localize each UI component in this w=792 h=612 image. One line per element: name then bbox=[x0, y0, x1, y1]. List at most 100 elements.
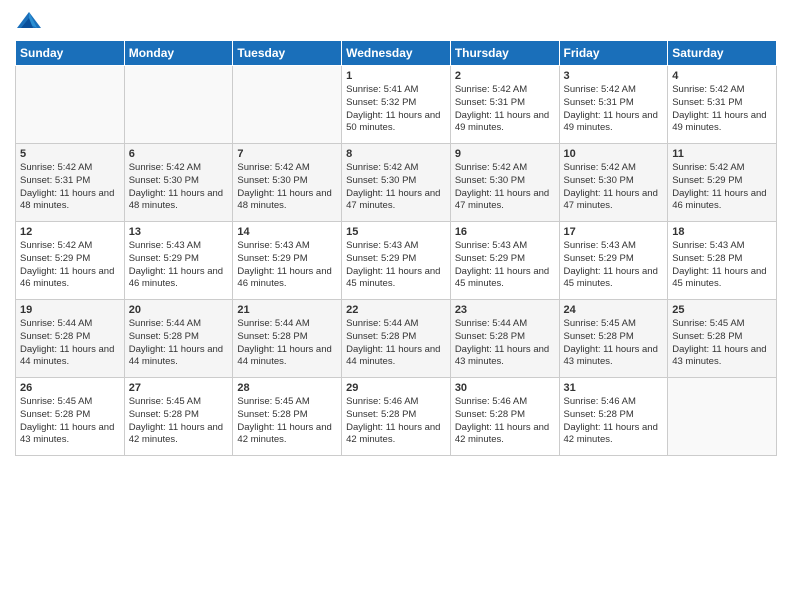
calendar-cell: 31 Sunrise: 5:46 AMSunset: 5:28 PMDayligh… bbox=[559, 378, 668, 456]
calendar-cell: 22 Sunrise: 5:44 AMSunset: 5:28 PMDayligh… bbox=[342, 300, 451, 378]
day-number: 29 bbox=[346, 382, 446, 394]
calendar-cell: 26 Sunrise: 5:45 AMSunset: 5:28 PMDayligh… bbox=[16, 378, 125, 456]
day-info: Sunrise: 5:42 AMSunset: 5:31 PMDaylight:… bbox=[455, 84, 555, 135]
day-info: Sunrise: 5:44 AMSunset: 5:28 PMDaylight:… bbox=[20, 318, 120, 369]
day-info: Sunrise: 5:46 AMSunset: 5:28 PMDaylight:… bbox=[564, 396, 664, 447]
calendar-cell bbox=[668, 378, 777, 456]
day-number: 19 bbox=[20, 304, 120, 316]
page: SundayMondayTuesdayWednesdayThursdayFrid… bbox=[0, 0, 792, 612]
calendar-cell: 24Sunrise: 5:45 AMSunset: 5:28 PMDayligh… bbox=[559, 300, 668, 378]
calendar-cell: 19 Sunrise: 5:44 AMSunset: 5:28 PMDayligh… bbox=[16, 300, 125, 378]
day-info: Sunrise: 5:46 AMSunset: 5:28 PMDaylight:… bbox=[455, 396, 555, 447]
day-number: 30 bbox=[455, 382, 555, 394]
calendar-cell: 8 Sunrise: 5:42 AMSunset: 5:30 PMDaylight… bbox=[342, 144, 451, 222]
day-info: Sunrise: 5:44 AMSunset: 5:28 PMDaylight:… bbox=[129, 318, 229, 369]
day-number: 27 bbox=[129, 382, 229, 394]
day-info: Sunrise: 5:43 AMSunset: 5:28 PMDaylight:… bbox=[672, 240, 772, 291]
day-number: 4 bbox=[672, 70, 772, 82]
day-info: Sunrise: 5:45 AMSunset: 5:28 PMDaylight:… bbox=[20, 396, 120, 447]
day-number: 2 bbox=[455, 70, 555, 82]
header bbox=[15, 10, 777, 32]
day-number: 8 bbox=[346, 148, 446, 160]
day-info: Sunrise: 5:43 AMSunset: 5:29 PMDaylight:… bbox=[564, 240, 664, 291]
calendar-cell: 7Sunrise: 5:42 AMSunset: 5:30 PMDaylight… bbox=[233, 144, 342, 222]
day-number: 31 bbox=[564, 382, 664, 394]
day-info: Sunrise: 5:42 AMSunset: 5:31 PMDaylight:… bbox=[564, 84, 664, 135]
calendar-cell: 12 Sunrise: 5:42 AMSunset: 5:29 PMDayligh… bbox=[16, 222, 125, 300]
day-info: Sunrise: 5:45 AMSunset: 5:28 PMDaylight:… bbox=[564, 318, 664, 369]
day-info: Sunrise: 5:45 AMSunset: 5:28 PMDaylight:… bbox=[237, 396, 337, 447]
calendar-cell: 30 Sunrise: 5:46 AMSunset: 5:28 PMDayligh… bbox=[450, 378, 559, 456]
calendar-cell: 9 Sunrise: 5:42 AMSunset: 5:30 PMDaylight… bbox=[450, 144, 559, 222]
calendar-cell: 20 Sunrise: 5:44 AMSunset: 5:28 PMDayligh… bbox=[124, 300, 233, 378]
day-info: Sunrise: 5:45 AMSunset: 5:28 PMDaylight:… bbox=[129, 396, 229, 447]
day-info: Sunrise: 5:42 AMSunset: 5:31 PMDaylight:… bbox=[20, 162, 120, 213]
day-number: 15 bbox=[346, 226, 446, 238]
day-number: 26 bbox=[20, 382, 120, 394]
calendar-cell: 2 Sunrise: 5:42 AMSunset: 5:31 PMDaylight… bbox=[450, 66, 559, 144]
calendar-cell: 25 Sunrise: 5:45 AMSunset: 5:28 PMDayligh… bbox=[668, 300, 777, 378]
day-number: 11 bbox=[672, 148, 772, 160]
calendar-cell bbox=[124, 66, 233, 144]
day-number: 23 bbox=[455, 304, 555, 316]
calendar-cell: 21Sunrise: 5:44 AMSunset: 5:28 PMDayligh… bbox=[233, 300, 342, 378]
calendar-cell: 13Sunrise: 5:43 AMSunset: 5:29 PMDayligh… bbox=[124, 222, 233, 300]
calendar-cell: 6Sunrise: 5:42 AMSunset: 5:30 PMDaylight… bbox=[124, 144, 233, 222]
day-info: Sunrise: 5:42 AMSunset: 5:30 PMDaylight:… bbox=[455, 162, 555, 213]
day-number: 25 bbox=[672, 304, 772, 316]
calendar-cell: 14 Sunrise: 5:43 AMSunset: 5:29 PMDayligh… bbox=[233, 222, 342, 300]
day-info: Sunrise: 5:42 AMSunset: 5:29 PMDaylight:… bbox=[20, 240, 120, 291]
day-number: 12 bbox=[20, 226, 120, 238]
col-header-friday: Friday bbox=[559, 41, 668, 66]
calendar-cell: 27 Sunrise: 5:45 AMSunset: 5:28 PMDayligh… bbox=[124, 378, 233, 456]
day-info: Sunrise: 5:42 AMSunset: 5:30 PMDaylight:… bbox=[237, 162, 337, 213]
calendar-cell: 11 Sunrise: 5:42 AMSunset: 5:29 PMDayligh… bbox=[668, 144, 777, 222]
calendar-cell: 1 Sunrise: 5:41 AMSunset: 5:32 PMDaylight… bbox=[342, 66, 451, 144]
calendar-cell: 10 Sunrise: 5:42 AMSunset: 5:30 PMDayligh… bbox=[559, 144, 668, 222]
col-header-tuesday: Tuesday bbox=[233, 41, 342, 66]
day-info: Sunrise: 5:42 AMSunset: 5:29 PMDaylight:… bbox=[672, 162, 772, 213]
day-number: 20 bbox=[129, 304, 229, 316]
day-number: 28 bbox=[237, 382, 337, 394]
calendar-cell: 18 Sunrise: 5:43 AMSunset: 5:28 PMDayligh… bbox=[668, 222, 777, 300]
day-info: Sunrise: 5:41 AMSunset: 5:32 PMDaylight:… bbox=[346, 84, 446, 135]
calendar-cell: 28 Sunrise: 5:45 AMSunset: 5:28 PMDayligh… bbox=[233, 378, 342, 456]
calendar-cell bbox=[233, 66, 342, 144]
calendar-cell bbox=[16, 66, 125, 144]
calendar-cell: 16 Sunrise: 5:43 AMSunset: 5:29 PMDayligh… bbox=[450, 222, 559, 300]
day-number: 16 bbox=[455, 226, 555, 238]
col-header-monday: Monday bbox=[124, 41, 233, 66]
day-number: 10 bbox=[564, 148, 664, 160]
day-number: 22 bbox=[346, 304, 446, 316]
col-header-sunday: Sunday bbox=[16, 41, 125, 66]
col-header-saturday: Saturday bbox=[668, 41, 777, 66]
day-info: Sunrise: 5:46 AMSunset: 5:28 PMDaylight:… bbox=[346, 396, 446, 447]
day-info: Sunrise: 5:44 AMSunset: 5:28 PMDaylight:… bbox=[346, 318, 446, 369]
day-number: 1 bbox=[346, 70, 446, 82]
day-info: Sunrise: 5:45 AMSunset: 5:28 PMDaylight:… bbox=[672, 318, 772, 369]
calendar-cell: 23Sunrise: 5:44 AMSunset: 5:28 PMDayligh… bbox=[450, 300, 559, 378]
calendar-cell: 15 Sunrise: 5:43 AMSunset: 5:29 PMDayligh… bbox=[342, 222, 451, 300]
day-info: Sunrise: 5:43 AMSunset: 5:29 PMDaylight:… bbox=[455, 240, 555, 291]
day-number: 3 bbox=[564, 70, 664, 82]
col-header-thursday: Thursday bbox=[450, 41, 559, 66]
calendar-cell: 29 Sunrise: 5:46 AMSunset: 5:28 PMDayligh… bbox=[342, 378, 451, 456]
day-number: 14 bbox=[237, 226, 337, 238]
day-info: Sunrise: 5:42 AMSunset: 5:30 PMDaylight:… bbox=[564, 162, 664, 213]
col-header-wednesday: Wednesday bbox=[342, 41, 451, 66]
day-number: 9 bbox=[455, 148, 555, 160]
day-number: 18 bbox=[672, 226, 772, 238]
day-info: Sunrise: 5:42 AMSunset: 5:30 PMDaylight:… bbox=[129, 162, 229, 213]
calendar-cell: 4 Sunrise: 5:42 AMSunset: 5:31 PMDaylight… bbox=[668, 66, 777, 144]
calendar-cell: 3 Sunrise: 5:42 AMSunset: 5:31 PMDaylight… bbox=[559, 66, 668, 144]
calendar-table: SundayMondayTuesdayWednesdayThursdayFrid… bbox=[15, 40, 777, 456]
calendar-cell: 17Sunrise: 5:43 AMSunset: 5:29 PMDayligh… bbox=[559, 222, 668, 300]
logo bbox=[15, 10, 47, 32]
logo-icon bbox=[15, 10, 43, 32]
day-info: Sunrise: 5:43 AMSunset: 5:29 PMDaylight:… bbox=[237, 240, 337, 291]
day-info: Sunrise: 5:43 AMSunset: 5:29 PMDaylight:… bbox=[346, 240, 446, 291]
day-info: Sunrise: 5:42 AMSunset: 5:30 PMDaylight:… bbox=[346, 162, 446, 213]
day-info: Sunrise: 5:42 AMSunset: 5:31 PMDaylight:… bbox=[672, 84, 772, 135]
day-info: Sunrise: 5:43 AMSunset: 5:29 PMDaylight:… bbox=[129, 240, 229, 291]
calendar-cell: 5Sunrise: 5:42 AMSunset: 5:31 PMDaylight… bbox=[16, 144, 125, 222]
